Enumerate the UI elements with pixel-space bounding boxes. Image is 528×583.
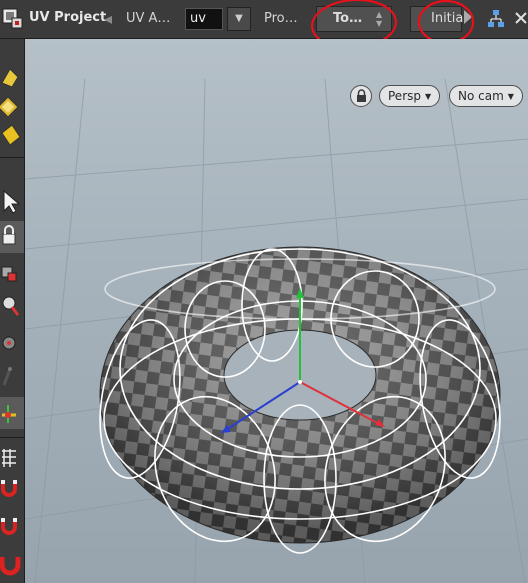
projection-label: Pro…: [264, 11, 298, 26]
select-arrow-icon: [3, 189, 21, 214]
menu-up-icon: ▲: [376, 10, 383, 19]
snap-tool[interactable]: [0, 91, 24, 123]
handle-tool[interactable]: [0, 61, 24, 93]
render-tool[interactable]: [0, 327, 24, 359]
tool-shelf: [0, 39, 25, 583]
handle-tool-icon: [1, 68, 19, 88]
lock-tool[interactable]: [0, 221, 24, 253]
gem-tool-icon: [1, 124, 21, 146]
scene-viewport[interactable]: Persp ▼ No cam ▼: [25, 39, 528, 583]
uv-attribute-dropdown[interactable]: ▼: [227, 7, 251, 31]
select-tool[interactable]: [0, 185, 24, 217]
projection-type-value: To…: [333, 11, 363, 26]
gem-tool[interactable]: [0, 121, 24, 153]
grid-snap-icon: [2, 449, 16, 467]
magnet-icon: [0, 480, 17, 497]
snap-tool-icon: [0, 96, 19, 118]
uv-transform-icon: [2, 405, 16, 423]
grid-snap-tool[interactable]: [0, 443, 24, 475]
lock-icon: [357, 89, 366, 102]
expand-right-icon[interactable]: [464, 10, 472, 24]
camera-menu-label: No cam: [458, 89, 504, 103]
render-icon: [2, 336, 16, 350]
initialize-label: Initia: [431, 11, 464, 26]
node-title: UV Project: [29, 10, 107, 25]
camera-lock-button[interactable]: [350, 85, 372, 107]
chevron-down-icon: ▼: [425, 92, 432, 101]
magnify-icon: [2, 296, 20, 316]
magnet-alt-icon: [0, 518, 17, 535]
chevron-down-icon: ▼: [507, 92, 514, 101]
operation-toolbar: UV Project ◂ UV A… uv ▼ Pro… To… ▲ ▼ Ini…: [0, 0, 528, 50]
perspective-menu-label: Persp: [388, 89, 421, 103]
uv-attribute-input[interactable]: uv: [185, 8, 223, 30]
initialize-button[interactable]: Initia: [410, 6, 464, 32]
magnify-tool[interactable]: [0, 291, 24, 323]
camera-menu[interactable]: No cam ▼: [449, 85, 523, 107]
bone-tool[interactable]: [0, 361, 24, 393]
hierarchy-icon[interactable]: [487, 9, 505, 29]
collapse-arrow-icon[interactable]: ◂: [104, 9, 112, 28]
uv-transform-tool[interactable]: [0, 397, 24, 429]
shelf-divider-2: [0, 437, 24, 438]
uv-project-node-icon: [2, 8, 23, 29]
cube-tool-icon: [1, 266, 17, 282]
magnet-tool[interactable]: [0, 473, 24, 505]
magnet-alt-tool[interactable]: [0, 511, 24, 543]
perspective-menu[interactable]: Persp ▼: [379, 85, 441, 107]
bone-icon: [2, 367, 12, 386]
magnet-big-tool[interactable]: [0, 549, 24, 581]
uv-attribute-label: UV A…: [126, 11, 171, 26]
cube-tool[interactable]: [0, 257, 24, 289]
shelf-divider: [0, 157, 24, 158]
magnet-big-icon: [0, 557, 21, 576]
menu-down-icon: ▼: [376, 19, 383, 28]
lock-icon: [2, 225, 16, 245]
close-icon[interactable]: [512, 8, 528, 28]
viewport-canvas[interactable]: [25, 39, 528, 583]
